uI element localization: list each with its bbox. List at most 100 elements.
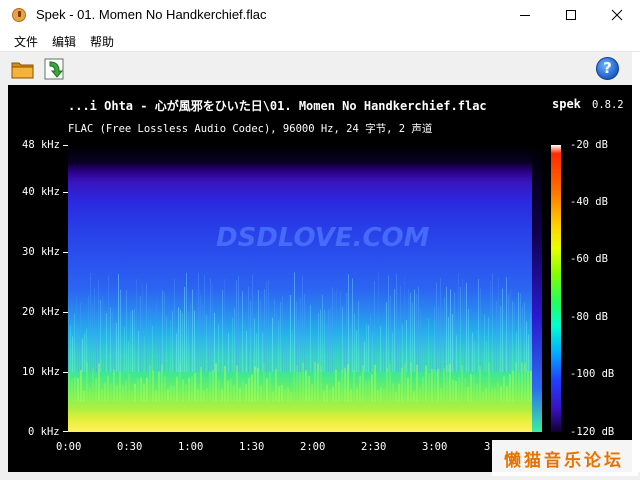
spectrogram-streak: [278, 320, 279, 372]
spectrogram-streak: [449, 363, 451, 402]
spectrogram-streak: [245, 384, 247, 402]
title-bar[interactable]: Spek - 01. Momen No Handkerchief.flac: [0, 0, 640, 30]
spectrogram-streak: [152, 325, 153, 372]
spectrogram-streak: [116, 384, 118, 402]
spectrogram-streak: [188, 377, 190, 402]
spectrogram-streak: [354, 313, 355, 372]
spectrogram-streak: [332, 386, 334, 402]
spectrogram-streak: [470, 374, 472, 402]
save-button[interactable]: [42, 56, 68, 82]
spectrogram-streak: [257, 367, 259, 402]
spectrogram-streak: [282, 295, 283, 372]
freq-tick-40: 40 kHz: [22, 186, 60, 198]
spectrogram-streak: [287, 387, 289, 402]
spectrogram-streak: [443, 368, 445, 402]
spek-app-icon[interactable]: [12, 8, 26, 22]
spectrogram-streak: [167, 388, 169, 402]
spectrogram-streak: [494, 337, 495, 372]
menu-help[interactable]: 帮助: [90, 33, 114, 50]
spectrogram-streak: [299, 371, 301, 402]
spectrogram-streak: [288, 335, 289, 372]
spectrogram-streak: [284, 389, 286, 402]
freq-tick-30: 30 kHz: [22, 246, 60, 258]
help-button[interactable]: ?: [596, 57, 619, 80]
spectrogram-streak: [70, 324, 71, 372]
watermark-text: DSDLOVE.COM: [216, 223, 430, 253]
spectrogram-streak: [119, 371, 121, 402]
spectrogram-streak: [370, 314, 371, 372]
spectrogram-streak: [194, 310, 195, 372]
spectrogram-streak: [227, 380, 229, 402]
spectrogram-streak: [208, 325, 209, 372]
spectrogram-streak: [356, 387, 358, 402]
spectrogram-streak: [497, 382, 499, 402]
spectrogram-streak: [527, 370, 529, 402]
spectrogram-streak: [262, 332, 263, 372]
spectrogram-streak: [522, 306, 523, 372]
close-icon: [611, 9, 623, 21]
spectrogram-streak: [100, 299, 101, 372]
spectrogram-streak: [461, 365, 463, 402]
spectrogram-streak: [276, 309, 277, 372]
spectrogram-streak: [202, 305, 203, 372]
spectrogram-streak: [402, 324, 403, 372]
freq-tick-20: 20 kHz: [22, 306, 60, 318]
spectrogram-streak: [316, 334, 317, 372]
spectrogram-streak: [196, 338, 197, 372]
spectrogram-streak: [86, 362, 88, 402]
spectrogram-streak: [350, 325, 351, 372]
open-file-button[interactable]: [10, 56, 36, 82]
spectrogram-streak: [164, 376, 166, 402]
spectrogram-streak: [392, 332, 393, 372]
time-tick-0-30: 0:30: [117, 441, 143, 453]
spectrogram-streak: [372, 332, 373, 372]
spectrogram-streak: [90, 273, 91, 372]
menu-file[interactable]: 文件: [14, 33, 38, 50]
spectrogram-streak: [318, 313, 319, 372]
spectrogram-streak: [383, 388, 385, 402]
spectrogram-streak: [83, 390, 85, 402]
spectrogram-streak: [398, 329, 399, 372]
spectrogram-streak: [419, 387, 421, 402]
db-colorbar: [551, 145, 561, 432]
spectrogram-streak: [240, 335, 241, 372]
spectrogram-streak: [334, 291, 335, 372]
maximize-button[interactable]: [548, 0, 594, 30]
spectrogram-streak: [500, 306, 501, 372]
spectrogram-streak: [124, 326, 125, 372]
spectrogram-streak: [502, 288, 503, 372]
spectrogram-streak: [206, 314, 207, 372]
spectrogram-streak: [374, 281, 375, 372]
spectrogram-streak: [166, 316, 167, 372]
spectrogram-streak: [143, 383, 145, 402]
minimize-button[interactable]: [502, 0, 548, 30]
spectrogram-streak: [302, 362, 304, 402]
spectrogram-streak: [96, 336, 97, 372]
close-button[interactable]: [594, 0, 640, 30]
spectrogram-streak: [467, 386, 469, 402]
spectrogram-streak: [155, 390, 157, 402]
spectrogram-streak: [104, 310, 105, 372]
file-info: FLAC (Free Lossless Audio Codec), 96000 …: [68, 123, 433, 135]
spectrogram-streak: [176, 333, 177, 372]
spectrogram-streak: [408, 288, 409, 372]
spectrogram-streak: [302, 275, 303, 372]
spectrogram-streak: [518, 372, 520, 402]
spectrogram-streak: [490, 280, 491, 372]
spectrogram-streak: [101, 389, 103, 402]
spectrogram-streak: [248, 286, 249, 372]
spectrogram-streak: [204, 274, 205, 372]
spectrogram-streak: [518, 292, 519, 372]
spectrogram-streak: [380, 326, 381, 372]
spectrogram-streak: [230, 378, 232, 402]
spectrogram-streak: [108, 275, 109, 372]
spectrogram-streak: [470, 335, 471, 372]
spectrogram-streak: [322, 294, 323, 372]
spectrogram-streak: [396, 274, 397, 372]
spectrogram-streak: [102, 296, 103, 372]
spectrogram-streak: [128, 341, 129, 372]
spectrogram-streak: [194, 372, 196, 402]
menu-edit[interactable]: 编辑: [52, 33, 76, 50]
spectrogram-streak: [88, 294, 89, 372]
spectrogram-streak: [486, 341, 487, 372]
